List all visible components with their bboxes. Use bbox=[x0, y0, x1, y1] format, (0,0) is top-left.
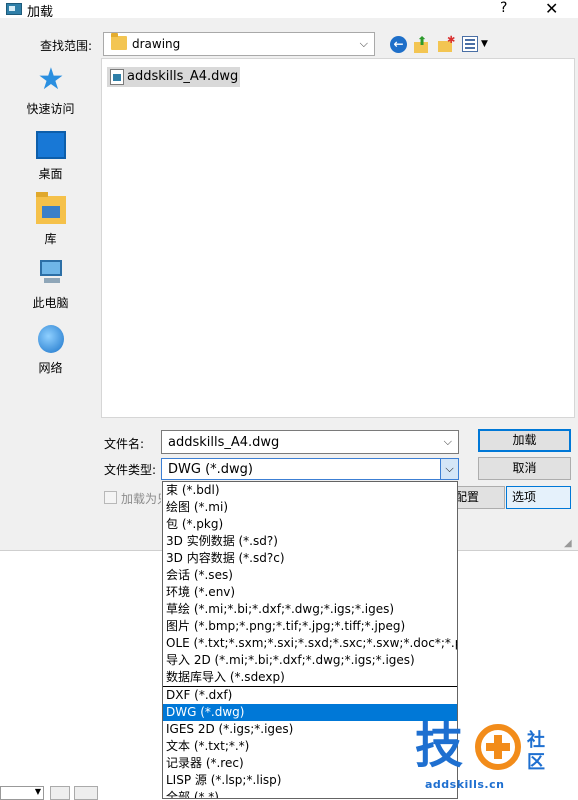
watermark-logo: 技 社 区 addskills.cn bbox=[415, 720, 575, 798]
look-in-combo[interactable]: drawing ⌵ bbox=[103, 32, 375, 56]
file-type-dropdown-list[interactable]: 束 (*.bdl) 绘图 (*.mi) 包 (*.pkg) 3D 实例数据 (*… bbox=[162, 481, 458, 799]
dropdown-option[interactable]: LISP 源 (*.lsp;*.lisp) bbox=[163, 772, 457, 789]
place-label: 快速访问 bbox=[26, 102, 75, 116]
config-button[interactable]: 配置 bbox=[452, 486, 505, 509]
dropdown-option[interactable]: OLE (*.txt;*.sxm;*.sxi;*.sxd;*.sxc;*.sxw… bbox=[163, 635, 457, 652]
dropdown-option[interactable]: 图片 (*.bmp;*.png;*.tif;*.jpg;*.tiff;*.jpe… bbox=[163, 618, 457, 635]
file-name: addskills_A4.dwg bbox=[127, 69, 239, 84]
place-label: 桌面 bbox=[38, 167, 63, 181]
close-button[interactable]: ✕ bbox=[545, 0, 558, 18]
app-icon bbox=[6, 3, 22, 15]
star-icon: ★ bbox=[37, 62, 65, 97]
places-bar: ★ 快速访问 桌面 库 此电脑 网络 bbox=[0, 58, 101, 418]
new-folder-icon[interactable]: ✱ bbox=[438, 35, 456, 53]
file-open-dialog: 加载 ? ✕ 查找范围: drawing ⌵ ← ⬆ ✱ ▼ ★ 快速访问 桌面… bbox=[0, 0, 578, 551]
desktop-icon bbox=[36, 131, 66, 159]
config-label: 配置 bbox=[455, 490, 480, 504]
file-name-input[interactable]: addskills_A4.dwg ⌵ bbox=[161, 430, 459, 454]
watermark-char: 技 bbox=[415, 718, 464, 774]
dropdown-option[interactable]: 会话 (*.ses) bbox=[163, 567, 457, 584]
dropdown-option[interactable]: 3D 内容数据 (*.sd?c) bbox=[163, 550, 457, 567]
file-type-label: 文件类型: bbox=[104, 463, 157, 477]
dropdown-option[interactable]: 文本 (*.txt;*.*) bbox=[163, 738, 457, 755]
view-dropdown-icon[interactable]: ▼ bbox=[481, 39, 488, 49]
file-type-combo[interactable]: DWG (*.dwg) ⌵ bbox=[161, 458, 459, 480]
dropdown-option[interactable]: 导入 2D (*.mi;*.bi;*.dxf;*.dwg;*.igs;*.ige… bbox=[163, 652, 457, 669]
title-bar: 加载 ? ✕ bbox=[0, 0, 578, 20]
dropdown-option[interactable]: 草绘 (*.mi;*.bi;*.dxf;*.dwg;*.igs;*.iges) bbox=[163, 601, 457, 618]
look-in-label: 查找范围: bbox=[40, 39, 93, 53]
place-quick-access[interactable]: ★ 快速访问 bbox=[0, 58, 101, 118]
file-name-value: addskills_A4.dwg bbox=[168, 435, 280, 450]
dwg-file-icon bbox=[110, 69, 124, 85]
folder-icon bbox=[111, 33, 127, 50]
help-button[interactable]: ? bbox=[500, 0, 507, 16]
options-button[interactable]: 选项 bbox=[506, 486, 571, 509]
background-button[interactable] bbox=[74, 786, 98, 800]
up-folder-icon[interactable]: ⬆ bbox=[414, 34, 430, 54]
library-icon bbox=[36, 192, 66, 224]
open-button[interactable]: 加载 bbox=[478, 429, 571, 452]
resize-grip-icon[interactable]: ◢ bbox=[564, 538, 572, 549]
file-list[interactable]: addskills_A4.dwg bbox=[101, 58, 575, 418]
dropdown-option[interactable]: 全部 (*.*) bbox=[163, 789, 457, 798]
watermark-url: addskills.cn bbox=[425, 778, 505, 791]
dropdown-option[interactable]: 束 (*.bdl) bbox=[163, 482, 457, 499]
place-label: 库 bbox=[44, 232, 57, 246]
place-this-pc[interactable]: 此电脑 bbox=[0, 252, 101, 312]
dropdown-option[interactable]: IGES 2D (*.igs;*.iges) bbox=[163, 721, 457, 738]
dropdown-option[interactable]: 数据库导入 (*.sdexp) bbox=[163, 669, 457, 686]
place-label: 网络 bbox=[38, 361, 63, 375]
dropdown-option[interactable]: 绘图 (*.mi) bbox=[163, 499, 457, 516]
file-item[interactable]: addskills_A4.dwg bbox=[107, 67, 240, 87]
background-button[interactable] bbox=[50, 786, 70, 800]
background-toolbar: ▼ bbox=[0, 786, 110, 800]
place-library[interactable]: 库 bbox=[0, 188, 101, 248]
file-type-value: DWG (*.dwg) bbox=[168, 462, 253, 477]
network-icon bbox=[38, 325, 64, 353]
file-name-label: 文件名: bbox=[104, 437, 145, 451]
watermark-text-2: 区 bbox=[527, 752, 545, 773]
window-title: 加载 bbox=[27, 5, 54, 20]
dropdown-option[interactable]: 包 (*.pkg) bbox=[163, 516, 457, 533]
place-network[interactable]: 网络 bbox=[0, 317, 101, 377]
chevron-down-icon[interactable]: ⌵ bbox=[444, 435, 452, 449]
read-only-label: 加载为只读 bbox=[121, 492, 161, 506]
dropdown-option[interactable]: 环境 (*.env) bbox=[163, 584, 457, 601]
chevron-down-icon[interactable]: ⌵ bbox=[440, 459, 458, 479]
computer-icon bbox=[36, 260, 66, 288]
place-desktop[interactable]: 桌面 bbox=[0, 123, 101, 183]
read-only-checkbox[interactable] bbox=[104, 491, 117, 504]
background-combo[interactable]: ▼ bbox=[0, 786, 44, 800]
dropdown-option[interactable]: 记录器 (*.rec) bbox=[163, 755, 457, 772]
back-icon[interactable]: ← bbox=[390, 36, 407, 53]
view-menu-icon[interactable] bbox=[462, 36, 478, 52]
look-in-value: drawing bbox=[132, 37, 181, 51]
chevron-down-icon[interactable]: ⌵ bbox=[360, 37, 368, 51]
dropdown-option[interactable]: 3D 实例数据 (*.sd?) bbox=[163, 533, 457, 550]
dropdown-option[interactable]: DXF (*.dxf) bbox=[163, 687, 457, 704]
plus-circle-icon bbox=[475, 724, 521, 770]
cancel-button[interactable]: 取消 bbox=[478, 457, 571, 480]
dropdown-option-selected[interactable]: DWG (*.dwg) bbox=[163, 704, 457, 721]
place-label: 此电脑 bbox=[32, 296, 69, 310]
